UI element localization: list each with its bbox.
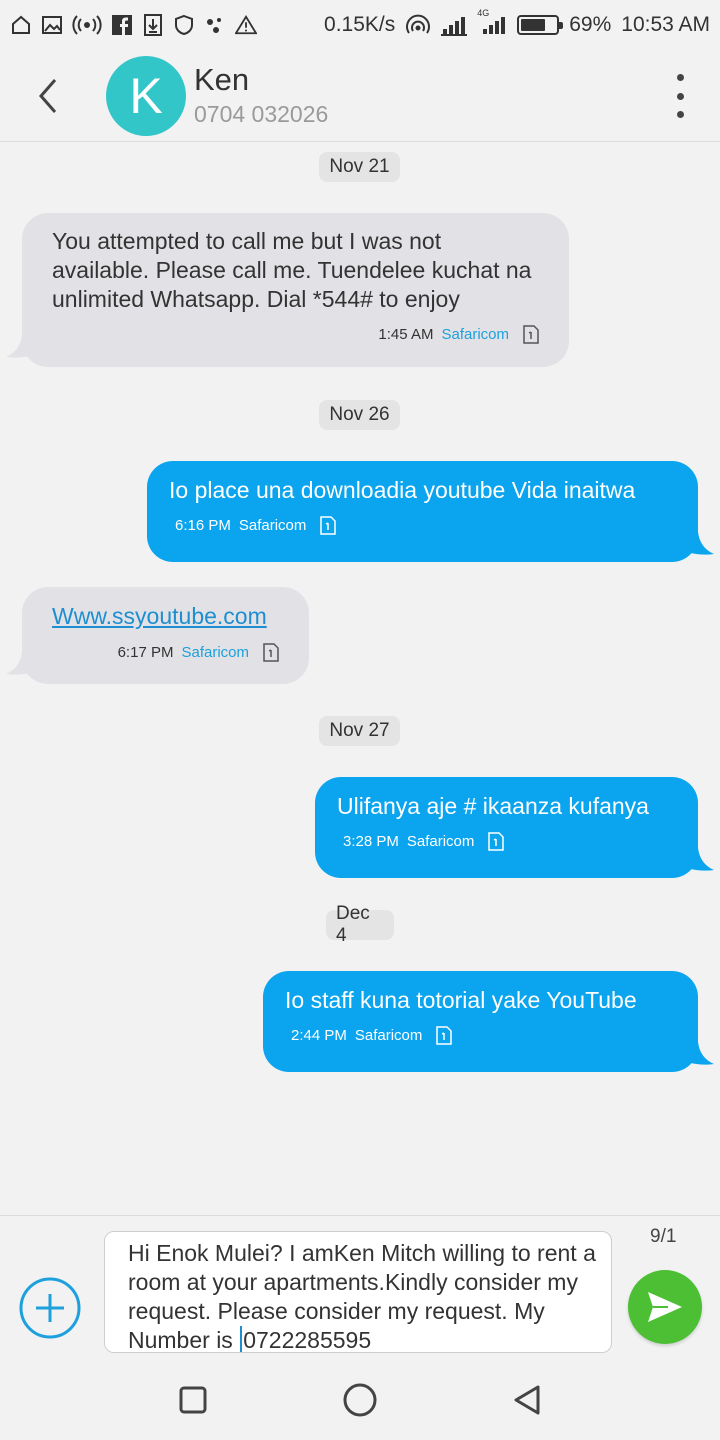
back-button[interactable] <box>0 50 96 142</box>
more-options-icon[interactable] <box>670 74 690 118</box>
sim-carrier: Safaricom <box>181 644 249 661</box>
message-composer: Hi Enok Mulei? I amKen Mitch willing to … <box>0 1215 720 1360</box>
network-badge: 4G <box>477 8 490 18</box>
home-icon <box>10 14 32 36</box>
send-button[interactable] <box>628 1270 702 1344</box>
notification-icons <box>10 14 257 36</box>
signal-icon <box>441 14 468 36</box>
circle-icon <box>343 1383 377 1417</box>
message-bubble-incoming[interactable]: Www.ssyoutube.com 6:17 PM Safaricom <box>22 587 309 684</box>
send-icon <box>648 1292 682 1322</box>
draft-text-after-cursor: 0722285595 <box>243 1327 372 1353</box>
battery-level <box>521 19 545 31</box>
image-icon <box>41 14 63 36</box>
sim-card-icon <box>263 643 279 662</box>
chevron-left-icon <box>39 78 57 113</box>
message-meta: 2:44 PM Safaricom <box>285 1026 668 1045</box>
shield-icon <box>173 14 195 36</box>
message-bubble-outgoing[interactable]: Io place una downloadia youtube Vida ina… <box>147 461 698 562</box>
message-meta: 1:45 AM Safaricom <box>52 325 539 344</box>
download-icon <box>142 14 164 36</box>
hotspot-icon <box>405 14 431 36</box>
sim-card-icon <box>320 516 337 535</box>
message-time: 3:28 PM <box>343 833 399 850</box>
date-divider: Nov 27 <box>319 716 400 746</box>
message-meta: 3:28 PM Safaricom <box>337 832 668 851</box>
date-divider: Nov 26 <box>319 400 400 430</box>
contact-info[interactable]: Ken 0704 032026 <box>194 63 328 128</box>
contact-number: 0704 032026 <box>194 101 329 127</box>
message-text: Io staff kuna totorial yake YouTube <box>285 987 637 1013</box>
text-cursor <box>240 1326 243 1352</box>
clock: 10:53 AM <box>621 13 710 36</box>
message-input[interactable]: Hi Enok Mulei? I amKen Mitch willing to … <box>104 1231 612 1353</box>
square-icon <box>179 1386 207 1414</box>
battery-icon <box>517 15 564 35</box>
message-text: Ulifanya aje # ikaanza kufanya <box>337 793 649 819</box>
date-divider: Nov 21 <box>319 152 400 182</box>
back-nav-button[interactable] <box>502 1375 552 1425</box>
sim-carrier: Safaricom <box>441 326 509 343</box>
message-text: Io place una downloadia youtube Vida ina… <box>169 477 636 503</box>
dots-icon <box>204 14 226 36</box>
plus-circle-icon <box>19 1277 81 1339</box>
radio-icon <box>72 14 102 36</box>
sim-card-icon <box>523 325 539 344</box>
message-time: 6:17 PM <box>117 644 174 661</box>
message-meta: 6:17 PM Safaricom <box>52 643 279 662</box>
home-button[interactable] <box>335 1375 385 1425</box>
network-speed: 0.15K/s <box>324 13 396 36</box>
sim-card-icon <box>436 1026 453 1045</box>
character-counter: 9/1 <box>650 1226 677 1247</box>
facebook-icon <box>111 14 133 36</box>
sim-carrier: Safaricom <box>238 517 307 534</box>
battery-percent: 69% <box>569 13 612 36</box>
signal-4g-icon: 4G <box>477 8 507 36</box>
message-link[interactable]: Www.ssyoutube.com <box>52 602 279 631</box>
sim-card-icon <box>488 832 505 851</box>
add-attachment-button[interactable] <box>18 1276 82 1340</box>
avatar[interactable]: K <box>106 55 186 136</box>
triangle-back-icon <box>514 1385 540 1415</box>
sim-carrier: Safaricom <box>406 833 475 850</box>
date-divider: Dec 4 <box>326 903 394 946</box>
message-time: 2:44 PM <box>291 1027 347 1044</box>
navigation-bar <box>0 1360 720 1440</box>
status-bar: 0.15K/s 4G 69% 10:53 AM <box>0 0 720 50</box>
message-time: 6:16 PM <box>175 517 231 534</box>
warning-icon <box>235 14 257 36</box>
message-bubble-outgoing[interactable]: Io staff kuna totorial yake YouTube 2:44… <box>263 971 698 1072</box>
contact-name: Ken <box>194 62 250 97</box>
message-meta: 6:16 PM Safaricom <box>169 516 668 535</box>
message-bubble-incoming[interactable]: You attempted to call me but I was not a… <box>22 213 569 367</box>
message-bubble-outgoing[interactable]: Ulifanya aje # ikaanza kufanya 3:28 PM S… <box>315 777 698 878</box>
message-text: You attempted to call me but I was not a… <box>52 228 532 312</box>
message-time: 1:45 AM <box>378 326 434 343</box>
conversation-header: K Ken 0704 032026 <box>0 50 720 142</box>
sim-carrier: Safaricom <box>354 1027 423 1044</box>
recent-apps-button[interactable] <box>168 1375 218 1425</box>
system-status: 0.15K/s 4G 69% 10:53 AM <box>324 8 710 37</box>
